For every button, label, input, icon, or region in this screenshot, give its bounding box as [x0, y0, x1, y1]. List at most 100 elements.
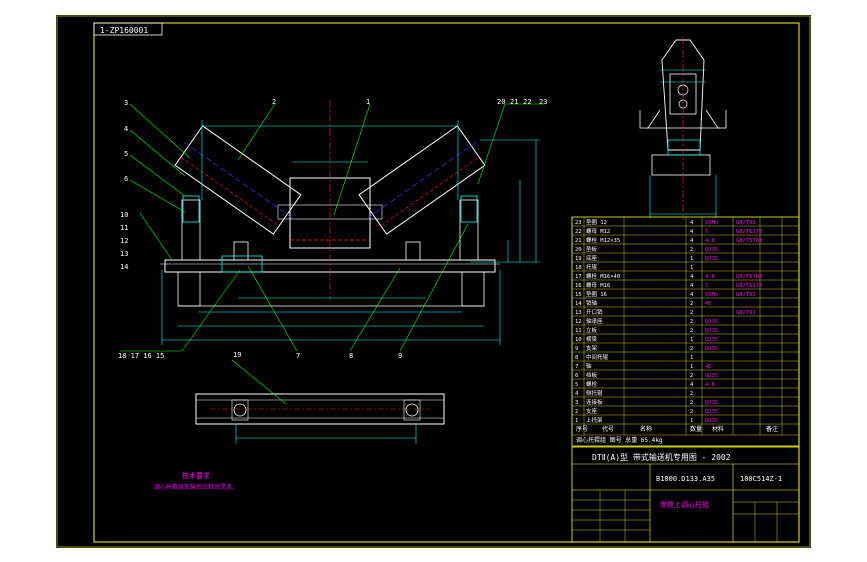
- parts-cell: 2: [575, 409, 578, 415]
- parts-cell: Q235: [705, 400, 718, 406]
- callout-1: 1: [366, 98, 370, 106]
- parts-cell: GB/T91: [736, 310, 756, 316]
- parts-cell: 垫圈 16: [586, 290, 607, 298]
- parts-cell: 横梁: [586, 335, 598, 343]
- header-no: 序号: [576, 425, 588, 433]
- parts-cell: 2: [690, 346, 693, 352]
- parts-cell: 销轴: [586, 299, 598, 307]
- drawing-sheet: [56, 15, 811, 548]
- parts-cell: GB/T5783: [736, 238, 763, 244]
- parts-cell: 底座: [586, 254, 598, 262]
- callout-5: 5: [124, 150, 128, 158]
- header-remark: 备注: [766, 425, 778, 433]
- parts-cell: 1: [690, 337, 693, 343]
- callout-14: 14: [120, 263, 128, 271]
- parts-cell: Q235: [705, 409, 718, 415]
- parts-cell: 9: [575, 346, 578, 352]
- parts-cell: 螺栓 M16×40: [586, 272, 620, 280]
- parts-cell: Q235: [705, 319, 718, 325]
- parts-cell: GB/T93: [736, 220, 756, 226]
- parts-cell: 1: [575, 418, 578, 424]
- parts-cell: 1: [690, 364, 693, 370]
- parts-cell: 3: [575, 400, 578, 406]
- parts-cell: 轴: [586, 362, 592, 370]
- parts-cell: 4.8: [705, 238, 715, 244]
- callout-8: 8: [349, 352, 353, 360]
- title-drawing-no: 100C514Z-1: [740, 475, 782, 483]
- callout-9: 9: [398, 352, 402, 360]
- parts-cell: 螺栓 M12×35: [586, 236, 620, 244]
- callout-2: 2: [272, 98, 276, 106]
- parts-cell: GB/T6170: [736, 229, 763, 235]
- parts-cell: 1: [690, 418, 693, 424]
- parts-cell: 挡板: [586, 371, 598, 379]
- callout-11: 11: [120, 224, 128, 232]
- parts-cell: 4.8: [705, 274, 715, 280]
- parts-cell: 5: [575, 382, 578, 388]
- parts-cell: 支架: [586, 344, 598, 352]
- parts-cell: 2: [690, 400, 693, 406]
- parts-cell: 螺栓: [586, 380, 598, 388]
- parts-cell: 托辊: [586, 263, 598, 271]
- title-line1: DTⅡ(A)型 带式输送机专用图 - 2002: [592, 452, 731, 462]
- callout-13: 13: [120, 250, 128, 258]
- parts-cell: 1: [690, 355, 693, 361]
- parts-cell: 65Mn: [705, 220, 718, 226]
- parts-cell: GB/T6170: [736, 283, 763, 289]
- callout-18-15: 18 17 16 15: [118, 352, 164, 360]
- parts-cell: 2: [690, 310, 693, 316]
- parts-cell: 2: [690, 301, 693, 307]
- title-code: B1000.D133.A35: [656, 475, 715, 483]
- parts-cell: Q235: [705, 247, 718, 253]
- parts-cell: Q235: [705, 346, 718, 352]
- callout-12: 12: [120, 237, 128, 245]
- parts-cell: 15: [575, 292, 582, 298]
- callout-7: 7: [296, 352, 300, 360]
- parts-cell: 2: [690, 391, 693, 397]
- parts-cell: 11: [575, 328, 582, 334]
- parts-cell: Q235: [705, 418, 718, 424]
- parts-cell: 23: [575, 220, 582, 226]
- parts-cell: 2: [690, 319, 693, 325]
- callout-22: 22: [523, 98, 531, 106]
- code-tag-text: 1-ZP160001: [100, 26, 148, 35]
- parts-cell: 19: [575, 256, 582, 262]
- parts-cell: 螺母 M16: [586, 281, 610, 289]
- parts-cell: 17: [575, 274, 582, 280]
- parts-cell: GB/T5783: [736, 274, 763, 280]
- parts-cell: 立板: [586, 326, 598, 334]
- parts-cell: 侧托辊: [586, 389, 603, 397]
- callout-10: 10: [120, 211, 128, 219]
- parts-cell: 垫板: [586, 245, 598, 253]
- parts-cell: 20: [575, 247, 582, 253]
- parts-cell: 2: [690, 247, 693, 253]
- parts-cell: 2: [690, 328, 693, 334]
- parts-cell: 10: [575, 337, 582, 343]
- parts-cell: 5: [705, 283, 708, 289]
- parts-cell: 21: [575, 238, 582, 244]
- header-qty: 数量: [690, 425, 702, 433]
- parts-cell: 2: [690, 373, 693, 379]
- parts-cell: 1: [690, 265, 693, 271]
- parts-cell: 螺母 M12: [586, 227, 610, 235]
- parts-cell: 上托架: [586, 416, 603, 424]
- parts-cell: 6: [575, 373, 578, 379]
- parts-cell: 4.8: [705, 382, 715, 388]
- parts-cell: 开口销: [586, 308, 603, 316]
- parts-cell: 22: [575, 229, 582, 235]
- parts-cell: Q235: [705, 373, 718, 379]
- cad-drawing-canvas: 1-ZP160001 3 4 5 6 10 11 12 13 14 2 1 20…: [56, 15, 811, 548]
- parts-note-row: 调心托辊组 图号 总重 65.4kg: [576, 436, 663, 444]
- parts-cell: 支座: [586, 407, 598, 415]
- parts-cell: 13: [575, 310, 582, 316]
- parts-cell: 12: [575, 319, 582, 325]
- callout-3: 3: [124, 99, 128, 107]
- parts-cell: Q235: [705, 328, 718, 334]
- header-name: 名称: [640, 425, 652, 433]
- parts-cell: 16: [575, 283, 582, 289]
- parts-cell: 5: [705, 229, 708, 235]
- callout-6: 6: [124, 175, 128, 183]
- parts-cell: 中间托辊: [586, 353, 609, 361]
- parts-cell: 45: [705, 301, 712, 307]
- title-name: 摩擦上调心托辊: [660, 500, 709, 509]
